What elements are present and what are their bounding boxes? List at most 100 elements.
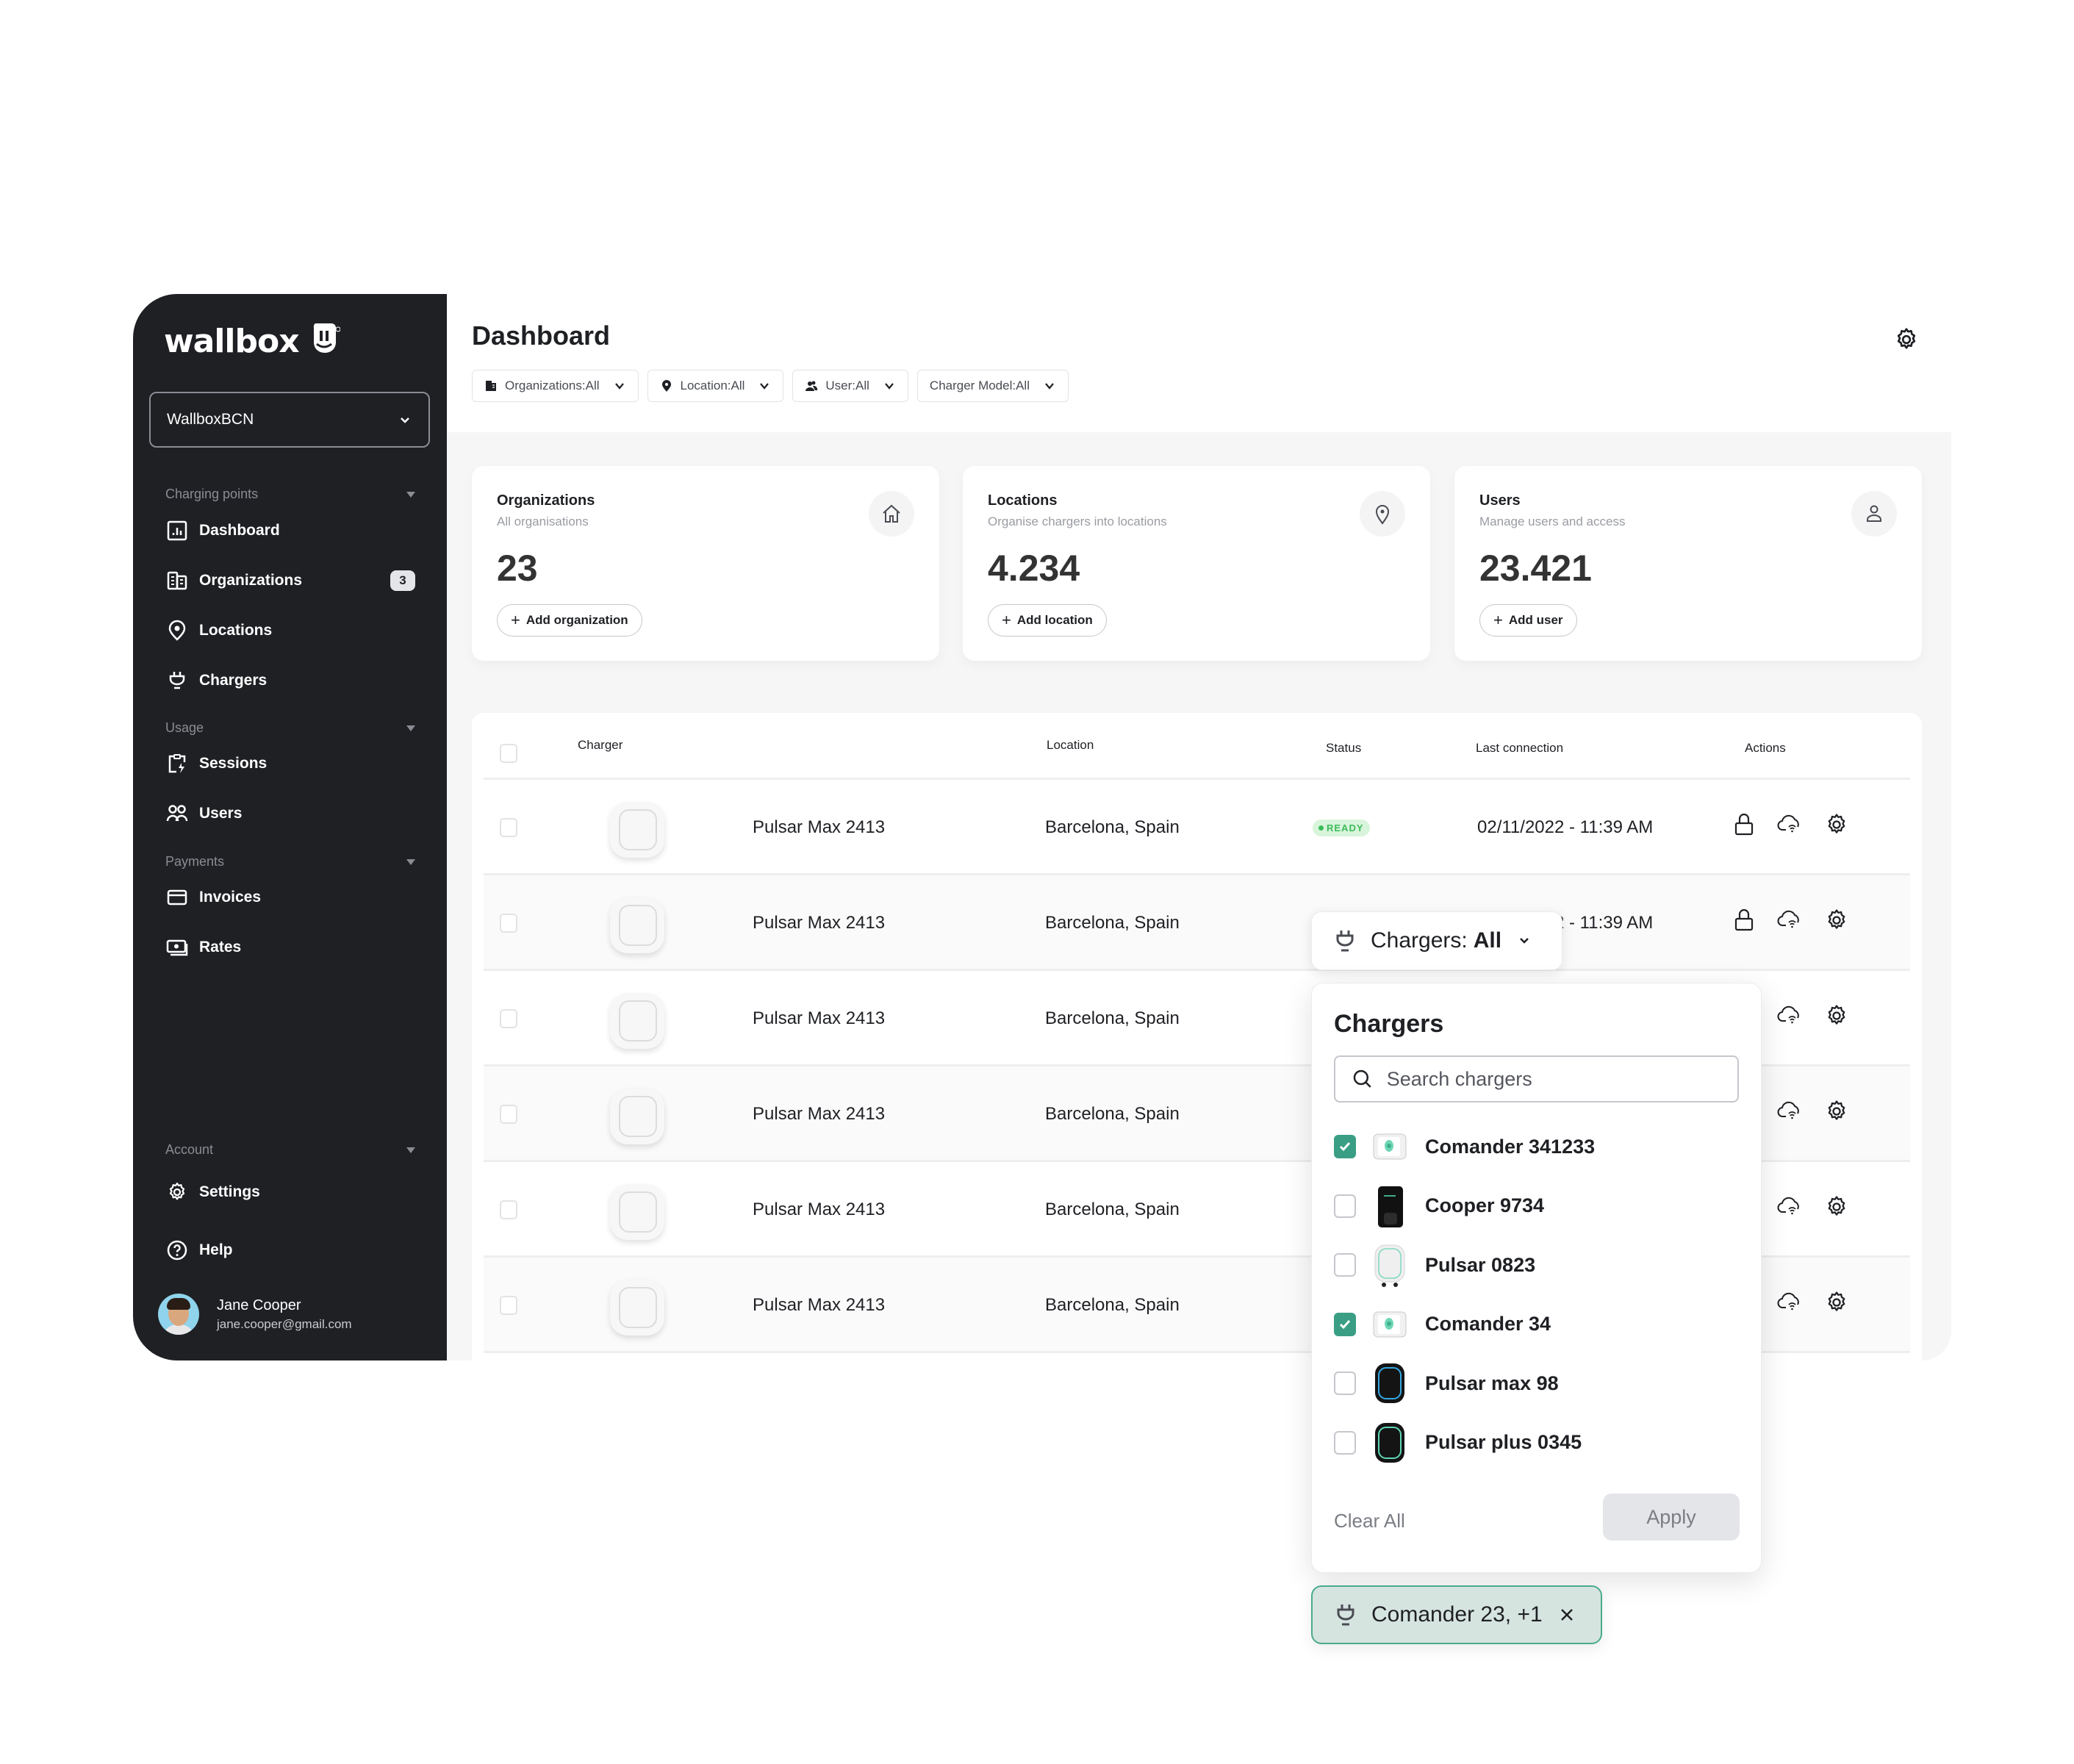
clear-all-button[interactable]: Clear All bbox=[1334, 1510, 1405, 1532]
column-header-status[interactable]: Status bbox=[1326, 716, 1361, 781]
sidebar-item-label: Sessions bbox=[199, 755, 268, 772]
gear-icon[interactable] bbox=[1824, 1194, 1851, 1224]
option-checkbox[interactable] bbox=[1334, 1253, 1356, 1277]
charger-location: Barcelona, Spain bbox=[1045, 1104, 1180, 1124]
charger-name[interactable]: Pulsar Max 2413 bbox=[753, 1162, 885, 1258]
filter-label: User:All bbox=[825, 379, 869, 392]
option-checkbox[interactable] bbox=[1334, 1135, 1356, 1158]
nav-section-usage[interactable]: Usage bbox=[165, 720, 415, 736]
nav-section-account[interactable]: Account bbox=[165, 1142, 415, 1158]
card-value: 23.421 bbox=[1479, 548, 1592, 589]
select-all-checkbox[interactable] bbox=[500, 744, 517, 763]
row-checkbox[interactable] bbox=[500, 1105, 517, 1124]
clipboard-bolt-icon bbox=[165, 752, 189, 775]
column-header-charger[interactable]: Charger bbox=[578, 713, 622, 778]
charger-location: Barcelona, Spain bbox=[1045, 817, 1180, 837]
lock-icon[interactable] bbox=[1733, 812, 1759, 842]
status-cell: READY bbox=[1313, 780, 1370, 875]
sidebar-item-chargers[interactable]: Chargers bbox=[165, 663, 415, 698]
nav-section-charging-points[interactable]: Charging points bbox=[165, 487, 415, 502]
location-pin-icon bbox=[1360, 491, 1405, 537]
cloud-wifi-icon[interactable] bbox=[1777, 908, 1804, 937]
charger-name[interactable]: Pulsar Max 2413 bbox=[753, 1258, 885, 1353]
organization-select[interactable]: WallboxBCN bbox=[149, 392, 430, 448]
add-organization-button[interactable]: + Add organization bbox=[497, 604, 642, 637]
lock-icon[interactable] bbox=[1733, 908, 1759, 937]
charger-model-image bbox=[1371, 1124, 1409, 1169]
credit-card-icon bbox=[165, 886, 189, 909]
add-user-button[interactable]: + Add user bbox=[1479, 604, 1577, 637]
option-checkbox[interactable] bbox=[1334, 1430, 1356, 1455]
bar-chart-icon bbox=[165, 519, 189, 542]
charger-option[interactable]: Comander 34 bbox=[1334, 1298, 1739, 1351]
nav-section-payments[interactable]: Payments bbox=[165, 854, 415, 870]
row-checkbox[interactable] bbox=[500, 1009, 517, 1028]
filter-user[interactable]: User:All bbox=[792, 370, 908, 402]
chevron-down-icon bbox=[1520, 938, 1529, 944]
table-row[interactable]: Pulsar Max 2413 Barcelona, Spain READY 02/1… bbox=[484, 780, 1910, 875]
chargers-filter-dropdown[interactable]: Chargers: All bbox=[1311, 911, 1562, 970]
close-icon[interactable] bbox=[1559, 1607, 1575, 1623]
sidebar-item-invoices[interactable]: Invoices bbox=[165, 880, 415, 915]
row-checkbox[interactable] bbox=[500, 818, 517, 837]
sidebar-item-label: Dashboard bbox=[199, 522, 280, 539]
charger-location: Barcelona, Spain bbox=[1045, 1295, 1180, 1315]
charger-option[interactable]: Pulsar plus 0345 bbox=[1334, 1416, 1739, 1469]
charger-name[interactable]: Pulsar Max 2413 bbox=[753, 1066, 885, 1162]
sidebar-item-users[interactable]: Users bbox=[165, 796, 415, 831]
user-profile[interactable]: Jane Cooper jane.cooper@gmail.com bbox=[158, 1294, 352, 1335]
plug-icon bbox=[1336, 931, 1354, 952]
option-checkbox[interactable] bbox=[1334, 1312, 1356, 1336]
stat-card-locations: Locations Organise chargers into locatio… bbox=[963, 466, 1430, 661]
popover-title: Chargers bbox=[1334, 1010, 1444, 1038]
search-chargers-input[interactable] bbox=[1386, 1067, 1721, 1091]
gear-icon[interactable] bbox=[1824, 812, 1851, 842]
row-checkbox[interactable] bbox=[500, 1200, 517, 1219]
plus-icon: + bbox=[1493, 611, 1503, 629]
apply-button[interactable]: Apply bbox=[1603, 1494, 1740, 1541]
charger-name[interactable]: Pulsar Max 2413 bbox=[753, 971, 885, 1066]
sidebar-item-organizations[interactable]: Organizations 3 bbox=[165, 563, 415, 598]
caret-down-icon bbox=[406, 858, 415, 865]
filter-organizations[interactable]: Organizations:All bbox=[472, 370, 639, 402]
sidebar-item-help[interactable]: Help bbox=[165, 1233, 415, 1268]
option-checkbox[interactable] bbox=[1334, 1372, 1356, 1395]
gear-icon[interactable] bbox=[1824, 908, 1851, 937]
charger-name[interactable]: Pulsar Max 2413 bbox=[753, 780, 885, 875]
sidebar-item-rates[interactable]: Rates bbox=[165, 930, 415, 965]
sidebar-item-dashboard[interactable]: Dashboard bbox=[165, 513, 415, 548]
plus-icon: + bbox=[511, 611, 520, 629]
home-icon bbox=[869, 491, 914, 537]
column-header-last-connection[interactable]: Last connection bbox=[1476, 716, 1563, 781]
sidebar-item-settings[interactable]: Settings bbox=[165, 1175, 415, 1210]
column-header-location[interactable]: Location bbox=[1047, 713, 1094, 778]
cloud-wifi-icon[interactable] bbox=[1777, 1003, 1804, 1033]
table-row[interactable]: Pulsar Max 2413 Barcelona, Spain 02/11/202… bbox=[484, 875, 1910, 971]
selected-chargers-chip[interactable]: Comander 23, +1 bbox=[1311, 1585, 1602, 1644]
gear-icon[interactable] bbox=[1824, 1003, 1851, 1033]
charger-name[interactable]: Pulsar Max 2413 bbox=[753, 875, 885, 971]
filter-location[interactable]: Location:All bbox=[647, 370, 784, 402]
sidebar-item-sessions[interactable]: Sessions bbox=[165, 746, 415, 781]
option-checkbox[interactable] bbox=[1334, 1194, 1356, 1218]
cloud-wifi-icon[interactable] bbox=[1777, 1290, 1804, 1319]
gear-icon[interactable] bbox=[1824, 1290, 1851, 1319]
cloud-wifi-icon[interactable] bbox=[1777, 1099, 1804, 1128]
gear-icon[interactable] bbox=[1824, 1099, 1851, 1128]
cloud-wifi-icon[interactable] bbox=[1777, 1194, 1804, 1224]
filter-charger-model[interactable]: Charger Model:All bbox=[916, 370, 1069, 402]
caret-down-icon bbox=[406, 725, 415, 731]
sidebar-item-locations[interactable]: Locations bbox=[165, 613, 415, 648]
search-chargers-field[interactable] bbox=[1334, 1055, 1739, 1102]
charger-option[interactable]: Cooper 9734 bbox=[1334, 1180, 1739, 1233]
page-settings-gear-icon[interactable] bbox=[1893, 326, 1920, 353]
cloud-wifi-icon[interactable] bbox=[1777, 812, 1804, 842]
add-location-button[interactable]: + Add location bbox=[988, 604, 1107, 637]
charger-option[interactable]: Pulsar max 98 bbox=[1334, 1357, 1739, 1410]
wallbox-logo[interactable]: wallbox bbox=[164, 320, 340, 362]
row-checkbox[interactable] bbox=[500, 1296, 517, 1315]
charger-option[interactable]: Pulsar 0823 bbox=[1334, 1238, 1739, 1291]
sidebar-item-label: Users bbox=[199, 805, 243, 822]
row-checkbox[interactable] bbox=[500, 914, 517, 933]
charger-option[interactable]: Comander 341233 bbox=[1334, 1120, 1739, 1173]
